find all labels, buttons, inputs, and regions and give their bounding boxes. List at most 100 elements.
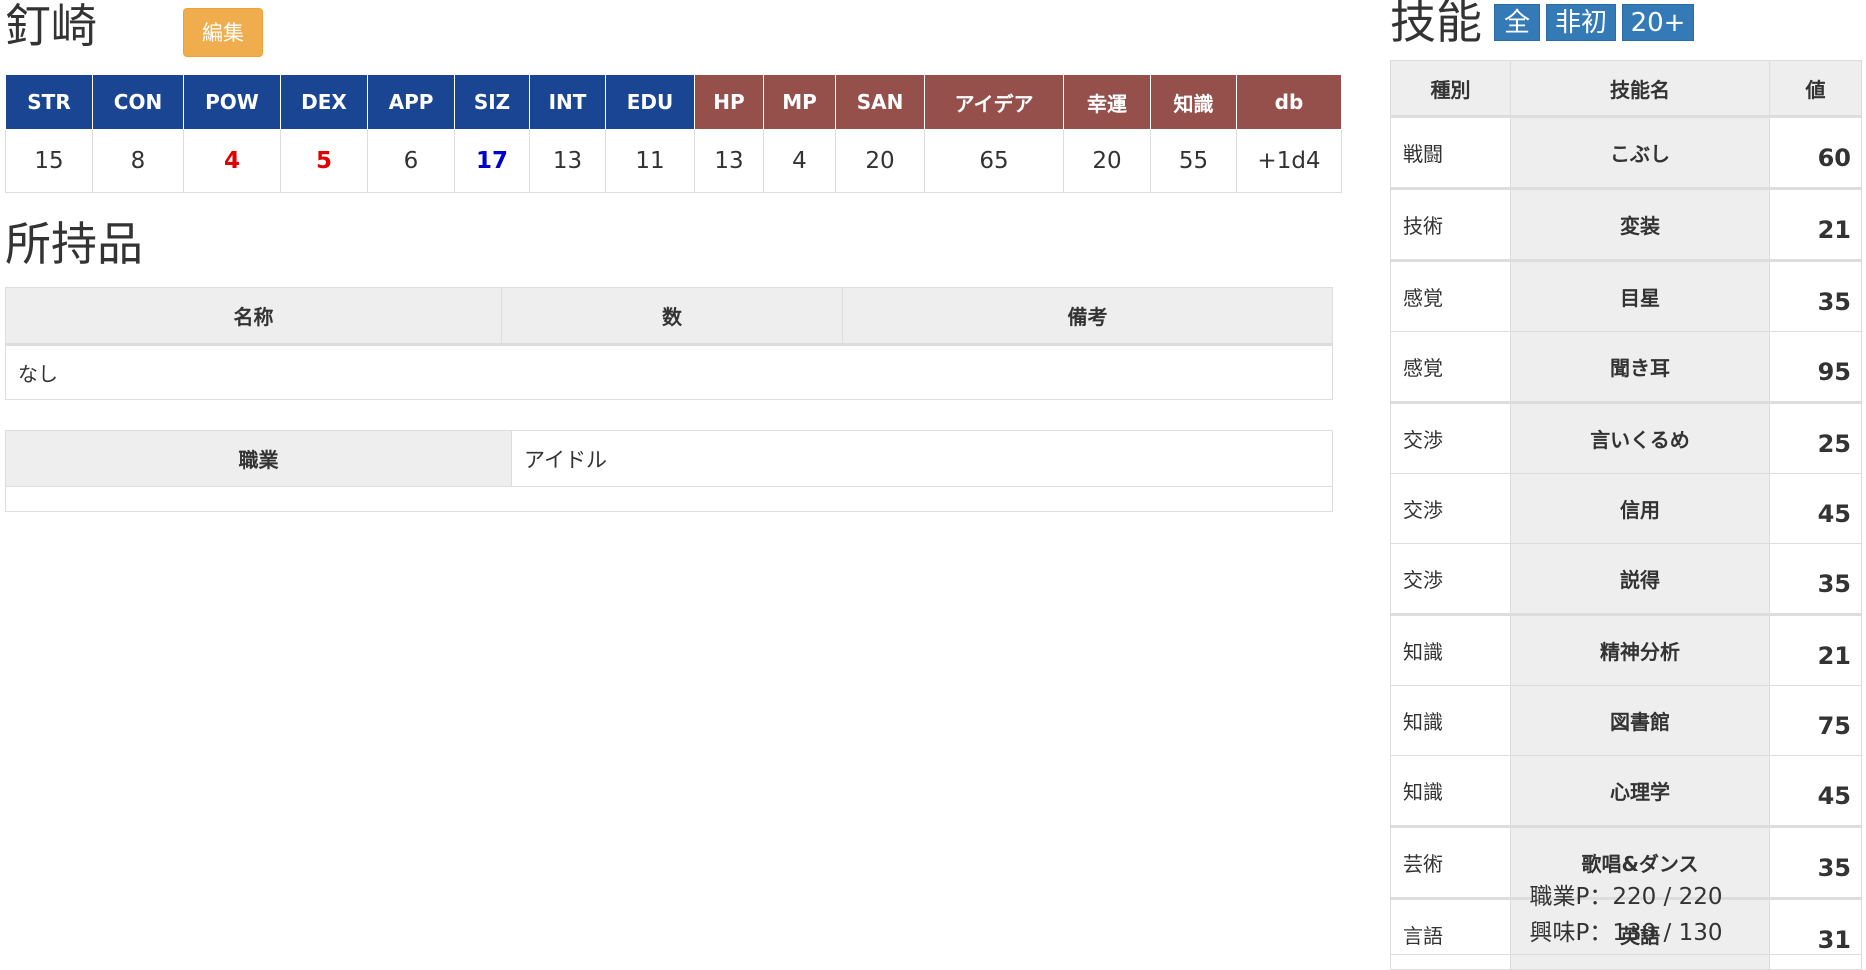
- stat-value-str: 15: [5, 129, 93, 193]
- character-name: 釘崎: [5, 0, 97, 53]
- stat-value-edu: 11: [605, 129, 695, 193]
- stat-value-幸運: 20: [1063, 129, 1151, 193]
- table-row: 感覚 目星 35: [1390, 259, 1862, 332]
- stat-header-幸運: 幸運: [1063, 74, 1151, 130]
- skills-panel: 技能 全 非初 20+ 種別 技能名 値 戦闘 こぶし 60 技術 変装 21 感覚 目星 35…: [1390, 0, 1864, 970]
- inventory-title: 所持品: [5, 217, 143, 271]
- stat-value-hp: 13: [694, 129, 764, 193]
- skill-value: 75: [1769, 685, 1862, 756]
- table-row: 知識 図書館 75: [1390, 685, 1862, 756]
- skills-title: 技能: [1390, 0, 1482, 49]
- table-row: [5, 486, 1333, 512]
- table-row: 交渉 説得 35: [1390, 543, 1862, 615]
- skill-name: 言いくるめ: [1510, 401, 1770, 474]
- stat-value-mp: 4: [763, 129, 836, 193]
- stat-value-知識: 55: [1150, 129, 1237, 193]
- table-row: なし: [5, 344, 1333, 400]
- stat-header-pow: POW: [183, 74, 281, 130]
- skill-value: 45: [1769, 473, 1862, 544]
- skill-category: 感覚: [1390, 259, 1511, 332]
- table-row: 交渉 言いくるめ 25: [1390, 401, 1862, 474]
- stat-value-db: +1d4: [1236, 129, 1342, 193]
- skill-value: 45: [1769, 755, 1862, 827]
- stat-header-siz: SIZ: [454, 74, 530, 130]
- skills-table: 種別 技能名 値 戦闘 こぶし 60 技術 変装 21 感覚 目星 35 感覚 聞き耳 95 交渉 言いく…: [1390, 60, 1862, 970]
- filter-20plus-button[interactable]: 20+: [1622, 4, 1694, 41]
- stat-value-アイデア: 65: [924, 129, 1064, 193]
- skill-category: 知識: [1390, 755, 1511, 827]
- stat-value-dex: 5: [280, 129, 368, 193]
- inventory-header-notes: 備考: [842, 287, 1333, 346]
- table-row: 交渉 信用 45: [1390, 473, 1862, 544]
- title-row: 釘崎 編集: [5, 0, 1333, 70]
- skill-name: 精神分析: [1510, 613, 1770, 686]
- inventory-header-count: 数: [501, 287, 843, 346]
- interest-points: 興味P：130 / 130: [1529, 920, 1723, 946]
- table-row: 戦闘 こぶし 60: [1390, 115, 1862, 189]
- stat-header-edu: EDU: [605, 74, 695, 130]
- skill-name: こぶし: [1510, 115, 1770, 189]
- occupation-value: アイドル: [511, 430, 1333, 487]
- stat-header-dex: DEX: [280, 74, 368, 130]
- stat-header-知識: 知識: [1150, 74, 1237, 130]
- stat-header-int: INT: [529, 74, 606, 130]
- table-row: 技術 変装 21: [1390, 187, 1862, 261]
- skill-name: 図書館: [1510, 685, 1770, 756]
- stat-value-san: 20: [835, 129, 925, 193]
- skill-value: 21: [1769, 613, 1862, 686]
- skills-header: 技能 全 非初 20+: [1390, 0, 1864, 60]
- stat-header-san: SAN: [835, 74, 925, 130]
- occupation-label: 職業: [5, 430, 512, 487]
- skills-header-name: 技能名: [1510, 60, 1770, 118]
- skill-category: 交渉: [1390, 543, 1511, 615]
- skill-category: 知識: [1390, 685, 1511, 756]
- table-row: 感覚 聞き耳 95: [1390, 331, 1862, 403]
- skill-name: 説得: [1510, 543, 1770, 615]
- table-row: 知識 精神分析 21: [1390, 613, 1862, 686]
- filter-all-button[interactable]: 全: [1494, 4, 1540, 41]
- filter-non-initial-button[interactable]: 非初: [1546, 4, 1616, 41]
- skill-name: 目星: [1510, 259, 1770, 332]
- skill-name: 心理学: [1510, 755, 1770, 827]
- stat-header-アイデア: アイデア: [924, 74, 1064, 130]
- skill-value: 95: [1769, 331, 1862, 403]
- skills-header-category: 種別: [1390, 60, 1511, 118]
- skill-value: 25: [1769, 401, 1862, 474]
- skill-name: 変装: [1510, 187, 1770, 261]
- stat-header-con: CON: [92, 74, 184, 130]
- stat-value-pow: 4: [183, 129, 281, 193]
- skill-value: 35: [1769, 259, 1862, 332]
- occupation-points: 職業P：220 / 220: [1529, 884, 1723, 910]
- skill-category: 交渉: [1390, 473, 1511, 544]
- stat-value-app: 6: [367, 129, 455, 193]
- occupation-table: 職業 アイドル: [5, 430, 1333, 512]
- stat-header-str: STR: [5, 74, 93, 130]
- stat-value-int: 13: [529, 129, 606, 193]
- inventory-empty-text: なし: [5, 344, 1333, 400]
- stat-value-con: 8: [92, 129, 184, 193]
- skill-name: 信用: [1510, 473, 1770, 544]
- inventory-table: 名称 数 備考 なし: [5, 287, 1333, 400]
- stat-header-mp: MP: [763, 74, 836, 130]
- stat-header-db: db: [1236, 74, 1342, 130]
- stat-header-hp: HP: [694, 74, 764, 130]
- table-row: 知識 心理学 45: [1390, 755, 1862, 827]
- character-panel: 釘崎 編集 STR CON POW DEX APP SIZ INT EDU HP MP SAN アイデ…: [5, 0, 1342, 512]
- skill-category: 知識: [1390, 613, 1511, 686]
- skill-value: 35: [1769, 543, 1862, 615]
- skill-value: 60: [1769, 115, 1862, 189]
- inventory-header-name: 名称: [5, 287, 502, 346]
- skills-header-value: 値: [1769, 60, 1862, 118]
- table-row: 職業 アイドル: [5, 430, 1333, 487]
- stat-header-app: APP: [367, 74, 455, 130]
- edit-button[interactable]: 編集: [183, 8, 263, 57]
- stat-value-siz: 17: [454, 129, 530, 193]
- skill-points: 職業P：220 / 220 興味P：130 / 130: [1390, 865, 1862, 955]
- skill-category: 戦闘: [1390, 115, 1511, 189]
- skill-category: 感覚: [1390, 331, 1511, 403]
- occupation-empty-row: [5, 486, 1333, 512]
- skill-name: 聞き耳: [1510, 331, 1770, 403]
- stats-table: STR CON POW DEX APP SIZ INT EDU HP MP SAN アイデア 幸運 知識 d…: [5, 74, 1342, 193]
- skill-category: 技術: [1390, 187, 1511, 261]
- skill-category: 交渉: [1390, 401, 1511, 474]
